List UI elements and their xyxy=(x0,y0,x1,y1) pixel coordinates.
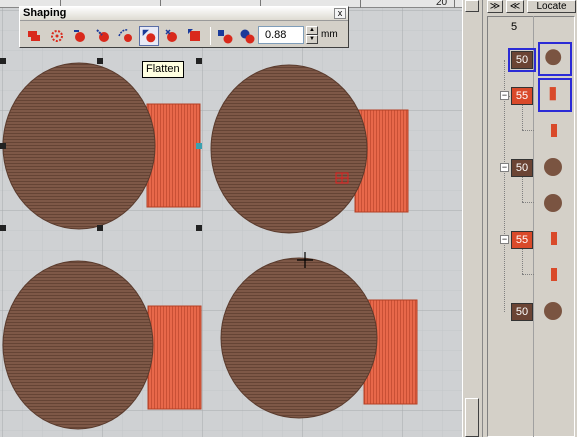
shape-tool-4-icon[interactable] xyxy=(93,26,113,46)
circle-object-icon[interactable] xyxy=(538,186,572,220)
shape-tool-5-icon[interactable] xyxy=(116,26,136,46)
brown-circle-1 xyxy=(2,62,156,230)
shape-tool-2-icon[interactable] xyxy=(47,26,67,46)
vertical-scrollbar[interactable] xyxy=(462,0,480,437)
locate-button[interactable]: Locate xyxy=(527,0,576,13)
rect-object-icon[interactable] xyxy=(538,114,572,148)
circle-object-icon[interactable] xyxy=(538,42,572,76)
stepper-down-icon[interactable]: ▼ xyxy=(306,35,318,44)
shape-tool-9-icon[interactable] xyxy=(215,26,235,46)
thickness-unit: mm xyxy=(321,29,338,40)
shape-tool-1-icon[interactable] xyxy=(24,26,44,46)
sequence-badge-1[interactable]: 50 xyxy=(508,48,536,72)
shape-tool-8-icon[interactable] xyxy=(185,26,205,46)
stitch-canvas[interactable] xyxy=(0,0,480,437)
object-count: 5 xyxy=(511,21,518,33)
collapse-button[interactable]: ≫ xyxy=(487,0,503,13)
shape-tool-3-icon[interactable] xyxy=(70,26,90,46)
shaping-toolbar: Shaping x 0.88 ▲ ▼ mm xyxy=(19,6,349,48)
sequence-badge-5[interactable]: 50 xyxy=(511,303,533,321)
rect-object-icon[interactable] xyxy=(538,222,572,256)
stepper-up-icon[interactable]: ▲ xyxy=(306,26,318,35)
sequence-badge-2[interactable]: 55 xyxy=(511,87,533,105)
scroll-thumb[interactable] xyxy=(465,398,479,437)
brown-circle-2 xyxy=(210,64,368,234)
close-button[interactable]: x xyxy=(334,8,346,19)
thickness-input[interactable]: 0.88 xyxy=(258,26,304,44)
design-canvas[interactable]: 20 xyxy=(0,0,480,437)
tooltip: Flatten xyxy=(142,61,184,78)
shaping-titlebar[interactable]: Shaping x xyxy=(20,7,348,21)
rect-object-icon[interactable] xyxy=(538,258,572,292)
orange-rect-3 xyxy=(147,305,202,410)
expand-button[interactable]: ≪ xyxy=(506,0,524,13)
sequence-badge-4[interactable]: 55 xyxy=(511,231,533,249)
shaping-title: Shaping xyxy=(23,7,67,19)
collapse-toggle-2[interactable]: − xyxy=(500,163,509,172)
collapse-toggle-1[interactable]: − xyxy=(500,91,509,100)
brown-circle-4 xyxy=(220,257,378,419)
rect-object-icon[interactable] xyxy=(538,78,572,112)
scroll-up-button[interactable] xyxy=(465,0,479,12)
sequence-badge-3[interactable]: 50 xyxy=(511,159,533,177)
circle-object-icon[interactable] xyxy=(538,294,572,328)
collapse-toggle-3[interactable]: − xyxy=(500,235,509,244)
column-divider xyxy=(533,16,534,437)
thickness-stepper[interactable]: ▲ ▼ xyxy=(306,26,318,44)
brown-circle-3 xyxy=(2,260,154,430)
shape-tool-10-icon[interactable] xyxy=(237,26,257,46)
circle-object-icon[interactable] xyxy=(538,150,572,184)
flatten-tool-icon[interactable] xyxy=(139,26,159,46)
sequence-toolbar: ≫ ≪ Locate xyxy=(483,0,577,14)
shape-tool-7-icon[interactable] xyxy=(162,26,182,46)
ruler-label: 20 xyxy=(436,0,448,8)
sequence-panel: ≫ ≪ Locate 5 50 − 55 − 50 − 55 50 xyxy=(482,0,577,437)
